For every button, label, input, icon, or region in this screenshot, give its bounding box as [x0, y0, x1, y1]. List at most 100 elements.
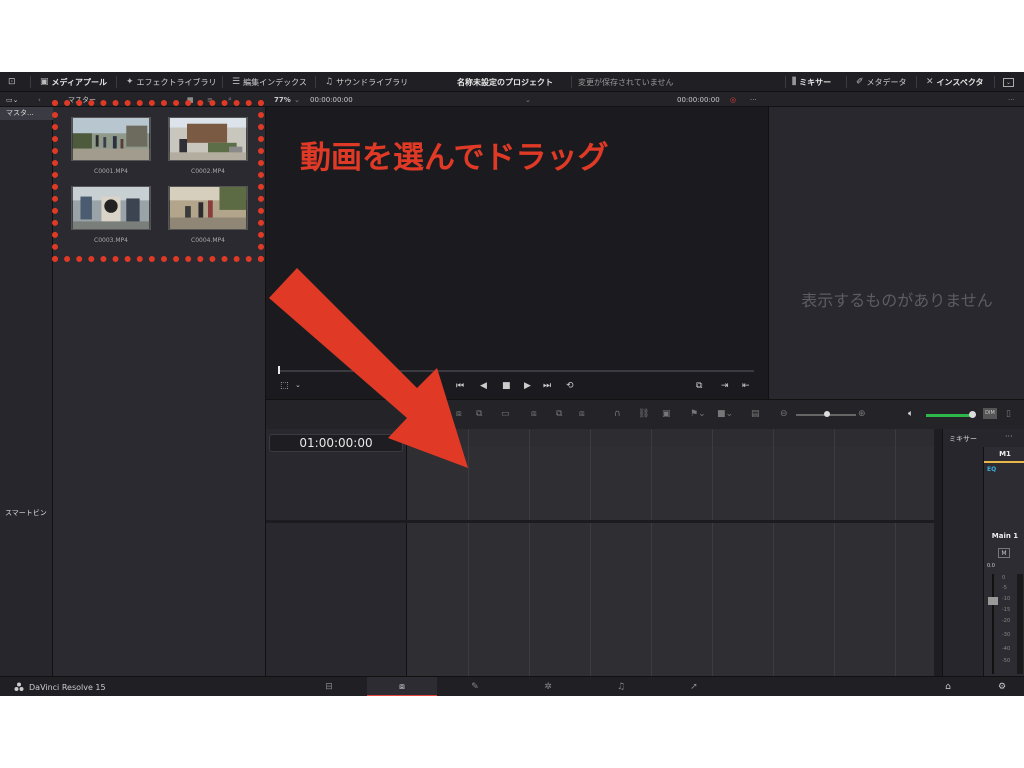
back-icon[interactable]: ‹ — [38, 92, 41, 107]
skip-to-end-icon[interactable]: ⏭ — [543, 381, 551, 391]
mixer-button[interactable]: ⫼ ミキサー — [792, 72, 831, 92]
volume-slider-handle[interactable] — [969, 411, 976, 418]
inspector-tools-icon: ✕ — [926, 77, 934, 87]
instruction-callout: 動画を選んでドラッグ — [300, 140, 609, 176]
expand-icon[interactable]: ⌄ — [1003, 72, 1015, 92]
mixer-title: ミキサー — [949, 435, 977, 443]
inspector-label: インスペクタ — [936, 77, 984, 87]
deliver-page-icon[interactable]: ➚ — [659, 677, 729, 696]
resolve-logo-icon — [14, 682, 24, 691]
panel-toggle-icon[interactable]: ▭⌄ — [6, 92, 18, 107]
edit-index-label: 編集インデックス — [243, 77, 307, 87]
timeline-ruler[interactable] — [407, 429, 934, 447]
stop-icon[interactable]: ■ — [502, 381, 511, 391]
snapping-icon[interactable]: ∩ — [614, 409, 621, 419]
fairlight-page-icon[interactable]: ♫ — [586, 677, 656, 696]
eq-button[interactable]: EQ — [987, 466, 996, 473]
speaker-icon[interactable]: 🔈︎ — [908, 409, 913, 419]
meter-scale-label: -15 — [1002, 607, 1011, 613]
mark-out-icon[interactable]: ⇤ — [742, 381, 750, 391]
zoom-slider-handle[interactable] — [824, 411, 830, 417]
meter-scale-label: -50 — [1002, 658, 1011, 664]
home-icon[interactable]: ⌂ — [938, 677, 958, 696]
viewer-scrubber[interactable] — [278, 370, 754, 372]
marker-icon[interactable]: ■⌄ — [717, 409, 733, 419]
reverse-play-icon[interactable]: ◀ — [480, 381, 487, 391]
fader-track[interactable] — [992, 574, 994, 674]
color-page-icon[interactable]: ✲ — [513, 677, 583, 696]
track-color-bar — [984, 461, 1024, 463]
fusion-page-icon[interactable]: ✎ — [440, 677, 510, 696]
dim-button[interactable]: DIM — [983, 408, 997, 419]
master-bin[interactable]: マスタ... — [0, 107, 53, 120]
mute-button[interactable]: M — [998, 548, 1010, 558]
project-title: 名称未設定のプロジェクト — [457, 77, 553, 87]
sound-library-label: サウンドライブラリ — [336, 77, 409, 87]
overwrite-clip-icon[interactable]: ⧉ — [476, 409, 482, 419]
play-icon[interactable]: ▶ — [524, 381, 531, 391]
track-headers: 01:00:00:00 — [266, 429, 407, 676]
flag-icon[interactable]: ⚑⌄ — [690, 409, 706, 419]
bus-name: Main 1 — [991, 532, 1019, 540]
meter-scale-label: -10 — [1002, 596, 1011, 602]
replace-clip-icon[interactable]: ▭ — [501, 409, 510, 419]
playhead-marker[interactable] — [278, 366, 280, 374]
media-pool-label: メディアプール — [51, 77, 107, 87]
match-frame-icon[interactable]: ⧉ — [696, 381, 702, 391]
track-name: M1 — [999, 450, 1011, 458]
crop-icon[interactable]: ⬚ — [280, 381, 289, 391]
append-icon[interactable]: ⧉ — [556, 409, 562, 419]
grid-line — [712, 429, 713, 676]
settings-gear-icon[interactable]: ⚙ — [992, 677, 1012, 696]
timeline-tracks[interactable] — [407, 447, 934, 676]
grid-line — [651, 429, 652, 676]
smart-bins-label[interactable]: スマートビン — [0, 507, 53, 520]
level-meter — [1017, 574, 1023, 674]
timeline-view-icon[interactable]: ▤ — [751, 409, 760, 419]
media-page-icon[interactable]: ⊟ — [294, 677, 364, 696]
volume-slider[interactable] — [926, 414, 972, 417]
sound-library-button[interactable]: ♫ サウンドライブラリ — [325, 72, 408, 92]
zoom-out-icon[interactable]: ⊖ — [780, 409, 788, 419]
video-audio-divider[interactable] — [266, 520, 942, 523]
grid-line — [773, 429, 774, 676]
link-icon[interactable]: ⛓ — [638, 409, 649, 419]
more-options-icon[interactable]: ··· — [750, 92, 757, 107]
media-selection-highlight — [52, 100, 264, 262]
grid-line — [468, 429, 469, 676]
list-icon: ☰ — [232, 77, 241, 87]
loop-icon[interactable]: ⟲ — [566, 381, 574, 391]
mixer-panel: ミキサー ··· M1 EQ Main 1 M 0.0 0 -5 -10 -15… — [942, 429, 1024, 676]
timeline-scrollbar[interactable] — [934, 429, 942, 676]
metadata-button[interactable]: ✐ メタデータ — [856, 72, 907, 92]
chevron-down-icon[interactable]: ⌄ — [295, 381, 301, 389]
inspector-button[interactable]: ✕ インスペクタ — [926, 72, 984, 92]
color-wheel-icon[interactable]: ◎ — [730, 92, 736, 107]
meter-icon: ▯ — [1006, 409, 1011, 419]
mixer-more-icon[interactable]: ··· — [1005, 432, 1013, 441]
timeline-toolbar: ⧈ ⧉ ▭ ⧈ ⧉ ⧈ ∩ ⛓ ▣ ⚑⌄ ■⌄ ▤ ⊖ ⊕ 🔈︎ DIM ▯ — [266, 399, 1024, 429]
timeline-dropdown-icon[interactable]: ⌄ — [525, 92, 531, 107]
metadata-icon: ✐ — [856, 77, 864, 87]
zoom-in-icon[interactable]: ⊕ — [858, 409, 866, 419]
edit-page-icon[interactable]: ⧈ — [367, 677, 437, 696]
effects-library-button[interactable]: ✦ エフェクトライブラリ — [126, 72, 217, 92]
skip-to-start-icon[interactable]: ⏮ — [456, 381, 464, 391]
place-on-top-icon[interactable]: ⧈ — [531, 409, 537, 419]
fader-handle[interactable] — [988, 597, 998, 605]
mixer-label: ミキサー — [799, 77, 832, 87]
lock-icon[interactable]: ▣ — [662, 409, 671, 419]
edit-index-button[interactable]: ☰ 編集インデックス — [232, 72, 307, 92]
ripple-overwrite-icon[interactable]: ⧈ — [579, 409, 585, 419]
media-pool-button[interactable]: ▣ メディアプール — [40, 72, 107, 92]
timeline-timecode: 01:00:00:00 — [269, 434, 403, 452]
mixer-channel-strip: M1 EQ Main 1 M 0.0 0 -5 -10 -15 -20 -30 … — [983, 447, 1024, 676]
insert-clip-icon[interactable]: ⧈ — [456, 409, 462, 419]
zoom-level[interactable]: 77% — [274, 92, 291, 107]
inspector-more-icon[interactable]: ··· — [1008, 92, 1015, 107]
save-status: 変更が保存されていません — [578, 77, 674, 87]
chevron-down-icon[interactable]: ⌄ — [294, 92, 300, 107]
mark-in-icon[interactable]: ⇥ — [721, 381, 729, 391]
meter-scale-label: -5 — [1002, 585, 1007, 591]
workspace-icon[interactable]: ⊡ — [8, 72, 16, 92]
